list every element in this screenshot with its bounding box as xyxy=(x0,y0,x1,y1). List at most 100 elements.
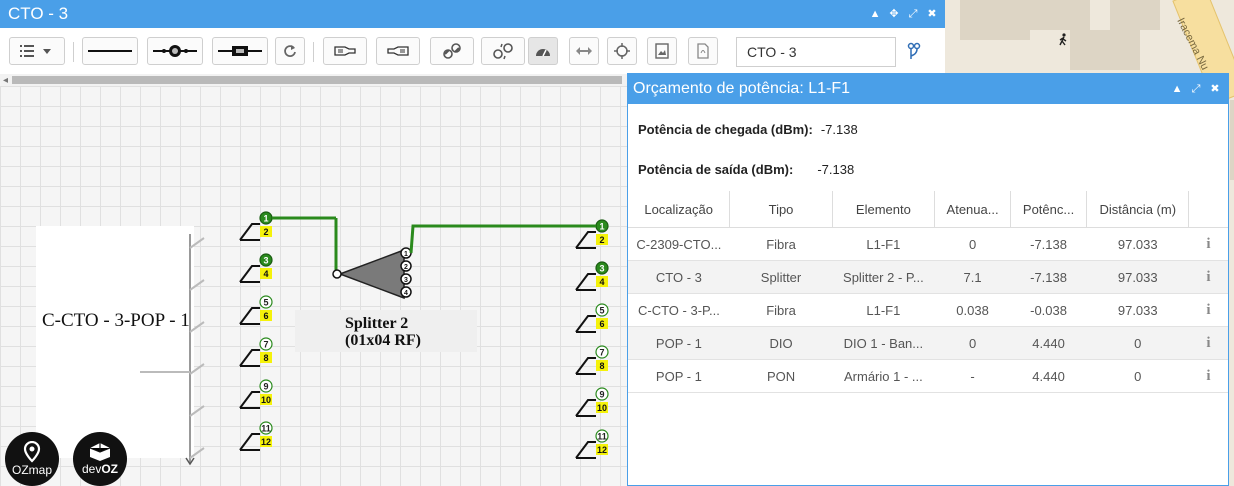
table-row[interactable]: C-CTO - 3-P... Fibra L1-F1 0.038 -0.038 97.03… xyxy=(628,293,1228,327)
splitter-port-number: 3 xyxy=(404,277,408,284)
arrival-power-row: Potência de chegada (dBm): -7.138 xyxy=(638,122,858,137)
close-icon[interactable]: ✖ xyxy=(927,9,937,20)
ozmap-logo[interactable]: OZmap xyxy=(5,432,59,486)
arrival-power-value: -7.138 xyxy=(820,122,858,137)
close-icon[interactable]: ✖ xyxy=(1210,84,1220,95)
info-icon[interactable]: i xyxy=(1188,227,1228,261)
draw-line-button[interactable] xyxy=(82,37,138,65)
export-pdf-button[interactable] xyxy=(688,37,718,65)
cell-location: C-CTO - 3-P... xyxy=(628,293,730,327)
unlink-button[interactable] xyxy=(481,37,525,65)
right-fiber-number: 1 xyxy=(599,222,604,232)
info-icon[interactable]: i xyxy=(1188,260,1228,294)
info-icon[interactable]: i xyxy=(1188,293,1228,327)
left-connector xyxy=(239,391,260,409)
horizontal-scrollbar[interactable]: ◂ xyxy=(0,74,628,86)
refresh-button[interactable] xyxy=(275,37,305,65)
splitter-port-number: 2 xyxy=(404,264,408,271)
line-icon xyxy=(88,50,132,52)
window-titlebar[interactable]: CTO - 3 ▲ ✥ ⤢ ✖ xyxy=(0,0,945,28)
left-fiber-number: 7 xyxy=(263,340,268,350)
right-fiber-number: 9 xyxy=(599,390,604,400)
right-connector xyxy=(575,273,596,291)
link-button[interactable] xyxy=(430,37,474,65)
table-row[interactable]: CTO - 3 Splitter Splitter 2 - P... 7.1 -7.13… xyxy=(628,260,1228,294)
left-fiber-number: 12 xyxy=(261,437,271,447)
draw-connector-button[interactable] xyxy=(147,37,203,65)
window-title: CTO - 3 xyxy=(8,4,69,23)
left-fiber-number: 8 xyxy=(263,353,268,363)
fiber-diagram: 1234567891011121234567891011121234 xyxy=(140,211,609,466)
connector-right-button[interactable] xyxy=(376,37,420,65)
right-connector xyxy=(575,399,596,417)
diagram-canvas[interactable]: C-CTO - 3-POP - 1 Splitter 2 (01x04 RF) … xyxy=(0,86,628,486)
left-fiber-number: 3 xyxy=(263,256,268,266)
cto-search-input[interactable] xyxy=(736,37,896,67)
power-budget-button[interactable] xyxy=(528,37,558,65)
table-row[interactable]: POP - 1 PON Armário 1 - ... -4.440 0 i xyxy=(628,359,1228,393)
move-icon[interactable]: ✥ xyxy=(889,9,899,20)
pdf-file-icon xyxy=(697,43,709,59)
panel-titlebar[interactable]: Orçamento de potência: L1-F1 ▲ ⤢ ✖ xyxy=(628,74,1228,104)
left-fiber-number: 2 xyxy=(263,227,268,237)
splitter-port-number: 4 xyxy=(404,290,408,297)
route-icon[interactable] xyxy=(906,42,922,67)
cell-power: -7.138 xyxy=(1010,227,1087,261)
table-row[interactable]: POP - 1 DIO DIO 1 - Ban... 0 4.440 0 i xyxy=(628,326,1228,360)
column-header-power[interactable]: Potênc... xyxy=(1010,191,1088,228)
right-connector xyxy=(575,357,596,375)
map-building xyxy=(1230,100,1234,180)
output-power-label: Potência de saída (dBm): xyxy=(638,162,794,177)
cell-power: 4.440 xyxy=(1010,359,1087,393)
export-image-button[interactable] xyxy=(647,37,677,65)
devoz-label: devOZ xyxy=(82,462,118,476)
connector-left-button[interactable] xyxy=(323,37,367,65)
cell-distance: 0 xyxy=(1086,326,1189,360)
power-budget-panel: Orçamento de potência: L1-F1 ▲ ⤢ ✖ Potên… xyxy=(627,73,1229,486)
column-header-distance[interactable]: Distância (m) xyxy=(1086,191,1190,228)
cell-distance: 97.033 xyxy=(1086,260,1189,294)
cell-location: C-2309-CTO... xyxy=(628,227,730,261)
collapse-icon[interactable]: ▲ xyxy=(1172,84,1183,95)
scroll-left-icon[interactable]: ◂ xyxy=(3,75,8,86)
list-menu-button[interactable] xyxy=(9,37,65,65)
devoz-prefix: dev xyxy=(81,462,102,476)
draw-splice-button[interactable] xyxy=(212,37,268,65)
info-icon[interactable]: i xyxy=(1188,359,1228,393)
cell-type: PON xyxy=(729,359,833,393)
gauge-icon xyxy=(536,49,550,57)
info-icon[interactable]: i xyxy=(1188,326,1228,360)
cell-element: Splitter 2 - P... xyxy=(832,260,935,294)
column-header-location[interactable]: Localização xyxy=(628,191,731,228)
arrival-power-label: Potência de chegada (dBm): xyxy=(638,122,813,137)
cell-type: DIO xyxy=(729,326,833,360)
right-fiber-number: 7 xyxy=(599,348,604,358)
column-header-element[interactable]: Elemento xyxy=(832,191,936,228)
expand-icon[interactable]: ⤢ xyxy=(1191,84,1201,95)
column-header-actions xyxy=(1188,191,1228,228)
center-button[interactable] xyxy=(607,37,637,65)
scrollbar-thumb[interactable] xyxy=(12,76,622,84)
cell-power: 4.440 xyxy=(1010,326,1087,360)
expand-icon[interactable]: ⤢ xyxy=(908,9,918,20)
connector-left-icon xyxy=(334,46,356,56)
left-connector xyxy=(239,433,260,451)
collapse-icon[interactable]: ▲ xyxy=(870,9,881,20)
right-fiber-number: 6 xyxy=(599,319,604,329)
left-fiber-number: 4 xyxy=(263,269,268,279)
cell-type: Fibra xyxy=(729,227,833,261)
column-header-type[interactable]: Tipo xyxy=(729,191,833,228)
ozmap-label: OZmap xyxy=(11,463,52,477)
map-pin-icon xyxy=(23,441,41,463)
column-header-attenuation[interactable]: Atenua... xyxy=(934,191,1012,228)
output-power-value: -7.138 xyxy=(817,162,855,177)
resize-horizontal-button[interactable] xyxy=(569,37,599,65)
cell-power: -0.038 xyxy=(1010,293,1087,327)
table-row[interactable]: C-2309-CTO... Fibra L1-F1 0 -7.138 97.033 i xyxy=(628,227,1228,261)
cell-attenuation: - xyxy=(934,359,1011,393)
splitter-port-number: 1 xyxy=(404,251,408,258)
devoz-logo[interactable]: devOZ xyxy=(73,432,127,486)
list-icon xyxy=(20,45,51,57)
tube-branch xyxy=(189,279,205,291)
splice-icon xyxy=(218,46,262,56)
